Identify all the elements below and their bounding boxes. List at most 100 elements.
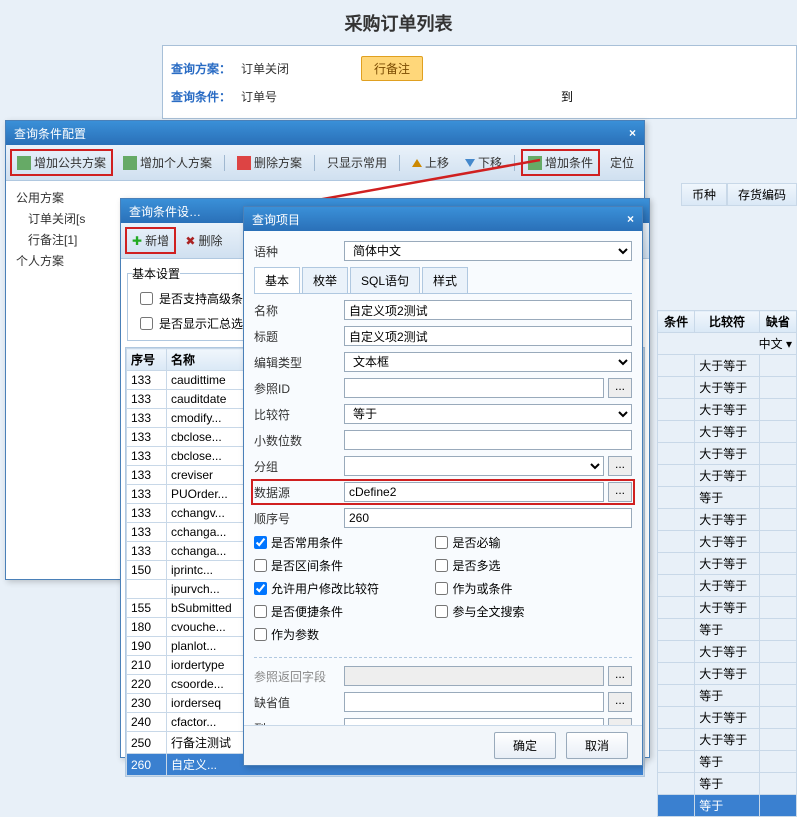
chk-allowmod[interactable] [254, 582, 267, 595]
title-label: 标题 [254, 328, 344, 345]
tab-basic[interactable]: 基本 [254, 267, 300, 293]
table-row[interactable]: 大于等于 [658, 729, 797, 751]
col-currency: 币种 [681, 183, 727, 206]
adv-cond-label: 是否支持高级条件 [159, 290, 255, 307]
up-icon [412, 159, 422, 167]
separator [399, 155, 400, 171]
close-icon[interactable]: × [629, 126, 636, 140]
table-row[interactable]: 大于等于 [658, 509, 797, 531]
table-row[interactable]: 大于等于 [658, 641, 797, 663]
to-input[interactable] [344, 718, 604, 725]
close-icon[interactable]: × [627, 212, 634, 226]
tree-public-root[interactable]: 公用方案 [12, 187, 85, 208]
adv-cond-checkbox[interactable] [140, 292, 153, 305]
tree-node[interactable]: 行备注[1] [12, 229, 85, 250]
table-row[interactable]: 大于等于 [658, 377, 797, 399]
title-input[interactable] [344, 326, 632, 346]
locate-button[interactable]: 定位 [604, 150, 640, 175]
col-miss[interactable]: 缺省 [759, 311, 796, 333]
chk-common[interactable] [254, 536, 267, 549]
lang-select[interactable]: 简体中文 [344, 241, 632, 261]
scheme-tree[interactable]: 公用方案 订单关闭[s 行备注[1] 个人方案 [6, 181, 91, 587]
table-row[interactable]: 等于 [658, 795, 797, 817]
scheme-label: 查询方案： [171, 60, 241, 77]
col-cmp[interactable]: 比较符 [695, 311, 759, 333]
table-row[interactable]: 大于等于 [658, 355, 797, 377]
chk-shortcut[interactable] [254, 605, 267, 618]
to-browse-button[interactable]: ... [608, 718, 632, 725]
tab-enum[interactable]: 枚举 [302, 267, 348, 293]
tab-sql[interactable]: SQL语句 [350, 267, 420, 293]
tree-personal-root[interactable]: 个人方案 [12, 250, 85, 271]
defval-browse-button[interactable]: ... [608, 692, 632, 712]
group-select[interactable] [344, 456, 604, 476]
name-input[interactable] [344, 300, 632, 320]
table-row[interactable]: 等于 [658, 619, 797, 641]
order-label: 顺序号 [254, 510, 344, 527]
col-cond[interactable]: 条件 [658, 311, 695, 333]
ok-button[interactable]: 确定 [494, 732, 556, 759]
decimals-input[interactable] [344, 430, 632, 450]
table-row[interactable]: 等于 [658, 487, 797, 509]
table-row[interactable]: 大于等于 [658, 575, 797, 597]
table-row[interactable]: 大于等于 [658, 531, 797, 553]
chk-asparam[interactable] [254, 628, 267, 641]
table-row[interactable]: 大于等于 [658, 421, 797, 443]
chk-allowmod-label: 允许用户修改比较符 [271, 580, 379, 597]
table-row[interactable]: 大于等于 [658, 597, 797, 619]
chk-asor[interactable] [435, 582, 448, 595]
chk-asor-label: 作为或条件 [452, 580, 512, 597]
chk-fulltext[interactable] [435, 605, 448, 618]
col-no[interactable]: 序号 [127, 349, 167, 371]
col-inventory: 存货编码 [727, 183, 797, 206]
page-title: 采购订单列表 [0, 10, 797, 36]
table-row[interactable]: 等于 [658, 773, 797, 795]
chk-fulltext-label: 参与全文搜索 [452, 603, 524, 620]
table-row[interactable]: 中文 ▾ [658, 333, 797, 355]
table-row[interactable]: 大于等于 [658, 443, 797, 465]
table-row[interactable]: 大于等于 [658, 707, 797, 729]
delete-button[interactable]: ✖删除 [179, 228, 228, 253]
chk-required[interactable] [435, 536, 448, 549]
retfield-browse-button[interactable]: ... [608, 666, 632, 686]
win1-titlebar[interactable]: 查询条件配置 × [6, 121, 644, 145]
add-button[interactable]: ✚新增 [125, 227, 176, 254]
decimals-label: 小数位数 [254, 432, 344, 449]
name-label: 名称 [254, 302, 344, 319]
add-public-scheme-button[interactable]: 增加公共方案 [10, 149, 113, 176]
chk-range[interactable] [254, 559, 267, 572]
win1-title: 查询条件配置 [14, 125, 86, 142]
refid-browse-button[interactable]: ... [608, 378, 632, 398]
table-row[interactable]: 大于等于 [658, 663, 797, 685]
win3-titlebar[interactable]: 查询项目 × [244, 207, 642, 231]
chk-multi[interactable] [435, 559, 448, 572]
separator [514, 155, 515, 171]
tag-button[interactable]: 行备注 [361, 56, 423, 81]
delete-scheme-button[interactable]: 删除方案 [231, 150, 308, 175]
move-up-button[interactable]: 上移 [406, 150, 455, 175]
show-sum-checkbox[interactable] [140, 317, 153, 330]
edittype-select[interactable]: 文本框 [344, 352, 632, 372]
compare-select[interactable]: 等于 [344, 404, 632, 424]
table-row[interactable]: 等于 [658, 685, 797, 707]
table-row[interactable]: 等于 [658, 751, 797, 773]
group-browse-button[interactable]: ... [608, 456, 632, 476]
compare-label: 比较符 [254, 406, 344, 423]
chk-asparam-label: 作为参数 [271, 626, 319, 643]
table-row[interactable]: 大于等于 [658, 553, 797, 575]
add-personal-scheme-button[interactable]: 增加个人方案 [117, 150, 218, 175]
table-row[interactable]: 大于等于 [658, 465, 797, 487]
refid-input[interactable] [344, 378, 604, 398]
table-row[interactable]: 大于等于 [658, 399, 797, 421]
tree-node[interactable]: 订单关闭[s [12, 208, 85, 229]
order-input[interactable] [344, 508, 632, 528]
move-down-button[interactable]: 下移 [459, 150, 508, 175]
cancel-button[interactable]: 取消 [566, 732, 628, 759]
refid-label: 参照ID [254, 380, 344, 397]
defval-input[interactable] [344, 692, 604, 712]
tab-style[interactable]: 样式 [422, 267, 468, 293]
source-input[interactable] [344, 482, 604, 502]
source-browse-button[interactable]: ... [608, 482, 632, 502]
add-condition-button[interactable]: 增加条件 [521, 149, 600, 176]
show-common-button[interactable]: 只显示常用 [321, 150, 393, 175]
